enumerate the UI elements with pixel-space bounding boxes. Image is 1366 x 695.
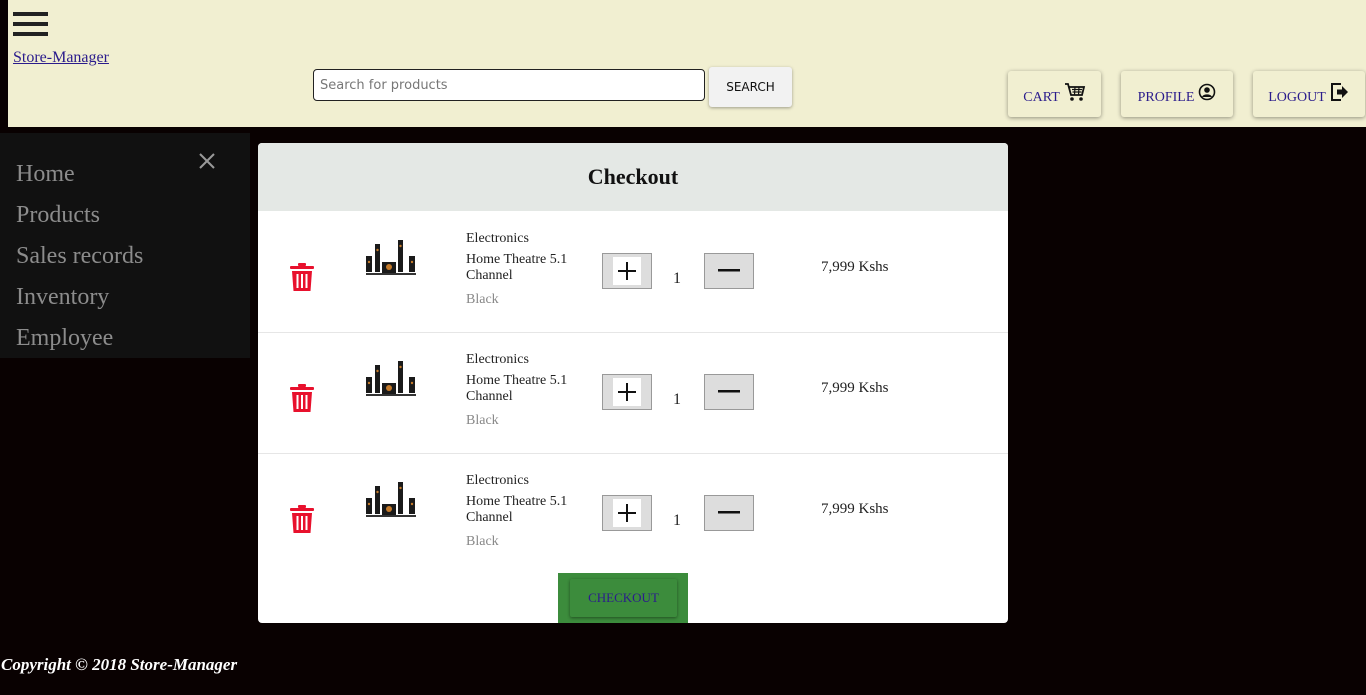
- sidebar-item-sales-records[interactable]: Sales records: [16, 242, 143, 270]
- sidebar-item-home[interactable]: Home: [16, 160, 75, 188]
- increase-quantity-button[interactable]: [602, 374, 652, 410]
- item-price: 7,999 Kshs: [821, 259, 889, 275]
- minus-icon: [718, 269, 740, 272]
- decrease-quantity-button[interactable]: [704, 253, 754, 289]
- item-category: Electronics: [466, 352, 529, 367]
- sidebar-item-products[interactable]: Products: [16, 201, 100, 229]
- sign-out-icon: [1330, 83, 1348, 101]
- cart-label: CART: [1023, 90, 1060, 105]
- checkout-modal: Checkout Electronics Home Theatre 5.1 Ch…: [258, 143, 1008, 623]
- home-theatre-image: [366, 482, 416, 517]
- item-color: Black: [466, 413, 499, 428]
- cart-item-row: Electronics Home Theatre 5.1 Channel Bla…: [258, 332, 1008, 454]
- search-button[interactable]: SEARCH: [709, 67, 792, 107]
- trash-icon[interactable]: [290, 505, 314, 533]
- sidebar-item-inventory[interactable]: Inventory: [16, 283, 109, 311]
- plus-icon: [618, 504, 636, 522]
- item-price: 7,999 Kshs: [821, 501, 889, 517]
- item-category: Electronics: [466, 473, 529, 488]
- trash-icon[interactable]: [290, 263, 314, 291]
- search-input[interactable]: [313, 69, 705, 101]
- trash-icon[interactable]: [290, 384, 314, 412]
- close-icon[interactable]: [196, 150, 218, 172]
- user-circle-icon: [1199, 83, 1216, 101]
- checkout-button[interactable]: CHECKOUT: [570, 579, 677, 617]
- checkout-title: Checkout: [587, 164, 679, 189]
- logout-button[interactable]: LOGOUT: [1253, 71, 1365, 117]
- logout-label: LOGOUT: [1268, 90, 1326, 105]
- item-category: Electronics: [466, 231, 529, 246]
- checkout-header: Checkout: [258, 143, 1008, 211]
- home-theatre-image: [366, 361, 416, 396]
- minus-icon: [718, 511, 740, 514]
- top-bar-edge: [0, 0, 8, 127]
- decrease-quantity-button[interactable]: [704, 374, 754, 410]
- checkout-button-container: CHECKOUT: [558, 573, 688, 623]
- cart-item-row: Electronics Home Theatre 5.1 Channel Bla…: [258, 453, 1008, 574]
- cart-button[interactable]: CART: [1008, 71, 1101, 117]
- decrease-quantity-button[interactable]: [704, 495, 754, 531]
- item-color: Black: [466, 292, 499, 307]
- item-name: Home Theatre 5.1 Channel: [466, 494, 568, 525]
- cart-item-row: Electronics Home Theatre 5.1 Channel Bla…: [258, 211, 1008, 333]
- item-name: Home Theatre 5.1 Channel: [466, 373, 568, 404]
- top-bar: Store-Manager SEARCH CART PROFILE LOGOUT: [0, 0, 1366, 127]
- sidebar-item-employee[interactable]: Employee: [16, 324, 113, 352]
- item-quantity: 1: [673, 512, 681, 529]
- profile-button[interactable]: PROFILE: [1121, 71, 1233, 117]
- cart-icon: [1064, 83, 1085, 101]
- home-theatre-image: [366, 240, 416, 275]
- minus-icon: [718, 390, 740, 393]
- profile-label: PROFILE: [1137, 90, 1195, 105]
- item-quantity: 1: [673, 391, 681, 408]
- item-name: Home Theatre 5.1 Channel: [466, 252, 568, 283]
- item-price: 7,999 Kshs: [821, 380, 889, 396]
- footer-copyright: Copyright © 2018 Store-Manager: [1, 655, 238, 674]
- increase-quantity-button[interactable]: [602, 253, 652, 289]
- hamburger-menu-icon[interactable]: [13, 12, 48, 40]
- increase-quantity-button[interactable]: [602, 495, 652, 531]
- item-quantity: 1: [673, 270, 681, 287]
- plus-icon: [618, 262, 636, 280]
- plus-icon: [618, 383, 636, 401]
- brand-link[interactable]: Store-Manager: [13, 49, 109, 67]
- item-color: Black: [466, 534, 499, 549]
